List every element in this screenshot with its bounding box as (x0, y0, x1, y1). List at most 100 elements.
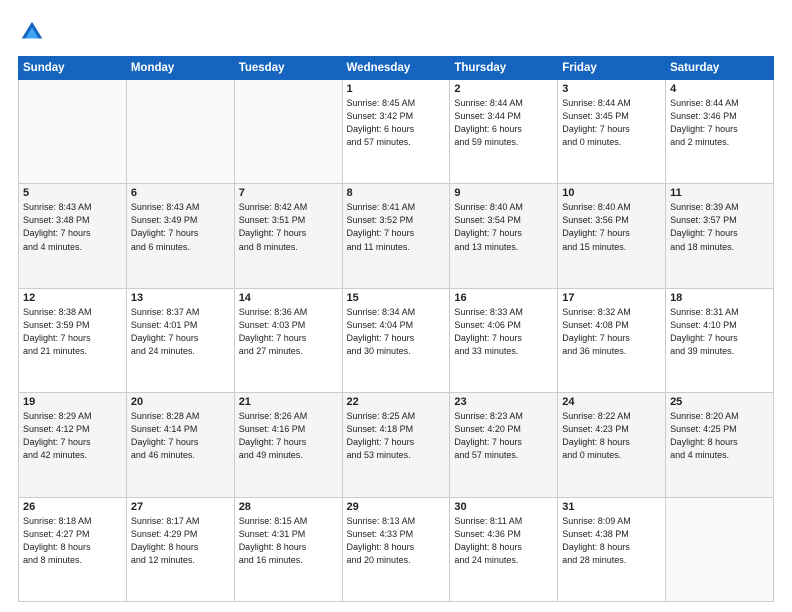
day-info: Sunrise: 8:32 AM Sunset: 4:08 PM Dayligh… (562, 306, 661, 358)
day-info: Sunrise: 8:44 AM Sunset: 3:44 PM Dayligh… (454, 97, 553, 149)
day-info: Sunrise: 8:20 AM Sunset: 4:25 PM Dayligh… (670, 410, 769, 462)
day-info: Sunrise: 8:43 AM Sunset: 3:48 PM Dayligh… (23, 201, 122, 253)
day-cell: 15Sunrise: 8:34 AM Sunset: 4:04 PM Dayli… (342, 288, 450, 392)
day-info: Sunrise: 8:22 AM Sunset: 4:23 PM Dayligh… (562, 410, 661, 462)
day-info: Sunrise: 8:43 AM Sunset: 3:49 PM Dayligh… (131, 201, 230, 253)
header (18, 18, 774, 46)
day-info: Sunrise: 8:17 AM Sunset: 4:29 PM Dayligh… (131, 515, 230, 567)
day-info: Sunrise: 8:40 AM Sunset: 3:56 PM Dayligh… (562, 201, 661, 253)
week-row-2: 5Sunrise: 8:43 AM Sunset: 3:48 PM Daylig… (19, 184, 774, 288)
day-info: Sunrise: 8:40 AM Sunset: 3:54 PM Dayligh… (454, 201, 553, 253)
day-cell: 28 Sunrise: 8:15 AM Sunset: 4:31 PM Dayli… (234, 497, 342, 601)
day-info: Sunrise: 8:28 AM Sunset: 4:14 PM Dayligh… (131, 410, 230, 462)
col-header-thursday: Thursday (450, 57, 558, 80)
week-row-5: 26 Sunrise: 8:18 AM Sunset: 4:27 PM Dayli… (19, 497, 774, 601)
week-row-1: 1 Sunrise: 8:45 AM Sunset: 3:42 PM Daylig… (19, 80, 774, 184)
day-number: 28 (239, 501, 338, 513)
day-cell: 21Sunrise: 8:26 AM Sunset: 4:16 PM Dayli… (234, 393, 342, 497)
day-cell: 16 Sunrise: 8:33 AM Sunset: 4:06 PM Dayli… (450, 288, 558, 392)
day-info: Sunrise: 8:18 AM Sunset: 4:27 PM Dayligh… (23, 515, 122, 567)
col-header-saturday: Saturday (666, 57, 774, 80)
day-number: 17 (562, 292, 661, 304)
page: SundayMondayTuesdayWednesdayThursdayFrid… (0, 0, 792, 612)
day-number: 6 (131, 187, 230, 199)
day-cell: 13 Sunrise: 8:37 AM Sunset: 4:01 PM Dayli… (126, 288, 234, 392)
col-header-sunday: Sunday (19, 57, 127, 80)
day-info: Sunrise: 8:37 AM Sunset: 4:01 PM Dayligh… (131, 306, 230, 358)
day-info: Sunrise: 8:31 AM Sunset: 4:10 PM Dayligh… (670, 306, 769, 358)
col-header-tuesday: Tuesday (234, 57, 342, 80)
day-info: Sunrise: 8:44 AM Sunset: 3:46 PM Dayligh… (670, 97, 769, 149)
day-number: 19 (23, 396, 122, 408)
day-cell: 30 Sunrise: 8:11 AM Sunset: 4:36 PM Dayli… (450, 497, 558, 601)
day-info: Sunrise: 8:36 AM Sunset: 4:03 PM Dayligh… (239, 306, 338, 358)
day-info: Sunrise: 8:29 AM Sunset: 4:12 PM Dayligh… (23, 410, 122, 462)
day-cell: 9 Sunrise: 8:40 AM Sunset: 3:54 PM Daylig… (450, 184, 558, 288)
day-number: 4 (670, 83, 769, 95)
day-number: 8 (347, 187, 446, 199)
day-info: Sunrise: 8:26 AM Sunset: 4:16 PM Dayligh… (239, 410, 338, 462)
day-number: 13 (131, 292, 230, 304)
day-cell: 12 Sunrise: 8:38 AM Sunset: 3:59 PM Dayli… (19, 288, 127, 392)
day-cell: 24 Sunrise: 8:22 AM Sunset: 4:23 PM Dayli… (558, 393, 666, 497)
day-number: 24 (562, 396, 661, 408)
day-info: Sunrise: 8:25 AM Sunset: 4:18 PM Dayligh… (347, 410, 446, 462)
header-row: SundayMondayTuesdayWednesdayThursdayFrid… (19, 57, 774, 80)
day-number: 16 (454, 292, 553, 304)
day-info: Sunrise: 8:13 AM Sunset: 4:33 PM Dayligh… (347, 515, 446, 567)
day-number: 14 (239, 292, 338, 304)
day-cell (126, 80, 234, 184)
day-info: Sunrise: 8:11 AM Sunset: 4:36 PM Dayligh… (454, 515, 553, 567)
day-number: 20 (131, 396, 230, 408)
day-number: 27 (131, 501, 230, 513)
day-number: 9 (454, 187, 553, 199)
day-cell: 31 Sunrise: 8:09 AM Sunset: 4:38 PM Dayli… (558, 497, 666, 601)
day-cell: 26 Sunrise: 8:18 AM Sunset: 4:27 PM Dayli… (19, 497, 127, 601)
day-cell: 11 Sunrise: 8:39 AM Sunset: 3:57 PM Dayli… (666, 184, 774, 288)
day-cell: 1 Sunrise: 8:45 AM Sunset: 3:42 PM Daylig… (342, 80, 450, 184)
day-cell: 3 Sunrise: 8:44 AM Sunset: 3:45 PM Daylig… (558, 80, 666, 184)
day-number: 1 (347, 83, 446, 95)
day-cell: 4 Sunrise: 8:44 AM Sunset: 3:46 PM Daylig… (666, 80, 774, 184)
day-cell: 22 Sunrise: 8:25 AM Sunset: 4:18 PM Dayli… (342, 393, 450, 497)
day-cell: 10 Sunrise: 8:40 AM Sunset: 3:56 PM Dayli… (558, 184, 666, 288)
day-number: 18 (670, 292, 769, 304)
day-cell: 17 Sunrise: 8:32 AM Sunset: 4:08 PM Dayli… (558, 288, 666, 392)
day-number: 12 (23, 292, 122, 304)
day-number: 23 (454, 396, 553, 408)
day-number: 31 (562, 501, 661, 513)
day-cell: 20 Sunrise: 8:28 AM Sunset: 4:14 PM Dayli… (126, 393, 234, 497)
day-number: 22 (347, 396, 446, 408)
day-info: Sunrise: 8:41 AM Sunset: 3:52 PM Dayligh… (347, 201, 446, 253)
day-cell: 7 Sunrise: 8:42 AM Sunset: 3:51 PM Daylig… (234, 184, 342, 288)
day-info: Sunrise: 8:33 AM Sunset: 4:06 PM Dayligh… (454, 306, 553, 358)
day-cell: 6 Sunrise: 8:43 AM Sunset: 3:49 PM Daylig… (126, 184, 234, 288)
day-number: 2 (454, 83, 553, 95)
day-info: Sunrise: 8:23 AM Sunset: 4:20 PM Dayligh… (454, 410, 553, 462)
day-cell: 27 Sunrise: 8:17 AM Sunset: 4:29 PM Dayli… (126, 497, 234, 601)
day-number: 7 (239, 187, 338, 199)
day-cell (234, 80, 342, 184)
day-cell: 2 Sunrise: 8:44 AM Sunset: 3:44 PM Daylig… (450, 80, 558, 184)
logo (18, 18, 50, 46)
day-info: Sunrise: 8:39 AM Sunset: 3:57 PM Dayligh… (670, 201, 769, 253)
day-number: 25 (670, 396, 769, 408)
day-number: 30 (454, 501, 553, 513)
day-info: Sunrise: 8:09 AM Sunset: 4:38 PM Dayligh… (562, 515, 661, 567)
day-number: 26 (23, 501, 122, 513)
day-info: Sunrise: 8:15 AM Sunset: 4:31 PM Dayligh… (239, 515, 338, 567)
day-info: Sunrise: 8:34 AM Sunset: 4:04 PM Dayligh… (347, 306, 446, 358)
day-cell: 5Sunrise: 8:43 AM Sunset: 3:48 PM Daylig… (19, 184, 127, 288)
day-info: Sunrise: 8:45 AM Sunset: 3:42 PM Dayligh… (347, 97, 446, 149)
day-number: 10 (562, 187, 661, 199)
day-cell: 19 Sunrise: 8:29 AM Sunset: 4:12 PM Dayli… (19, 393, 127, 497)
day-cell: 14 Sunrise: 8:36 AM Sunset: 4:03 PM Dayli… (234, 288, 342, 392)
day-number: 29 (347, 501, 446, 513)
day-info: Sunrise: 8:38 AM Sunset: 3:59 PM Dayligh… (23, 306, 122, 358)
day-info: Sunrise: 8:44 AM Sunset: 3:45 PM Dayligh… (562, 97, 661, 149)
day-cell (19, 80, 127, 184)
day-number: 3 (562, 83, 661, 95)
day-info: Sunrise: 8:42 AM Sunset: 3:51 PM Dayligh… (239, 201, 338, 253)
day-number: 11 (670, 187, 769, 199)
col-header-monday: Monday (126, 57, 234, 80)
